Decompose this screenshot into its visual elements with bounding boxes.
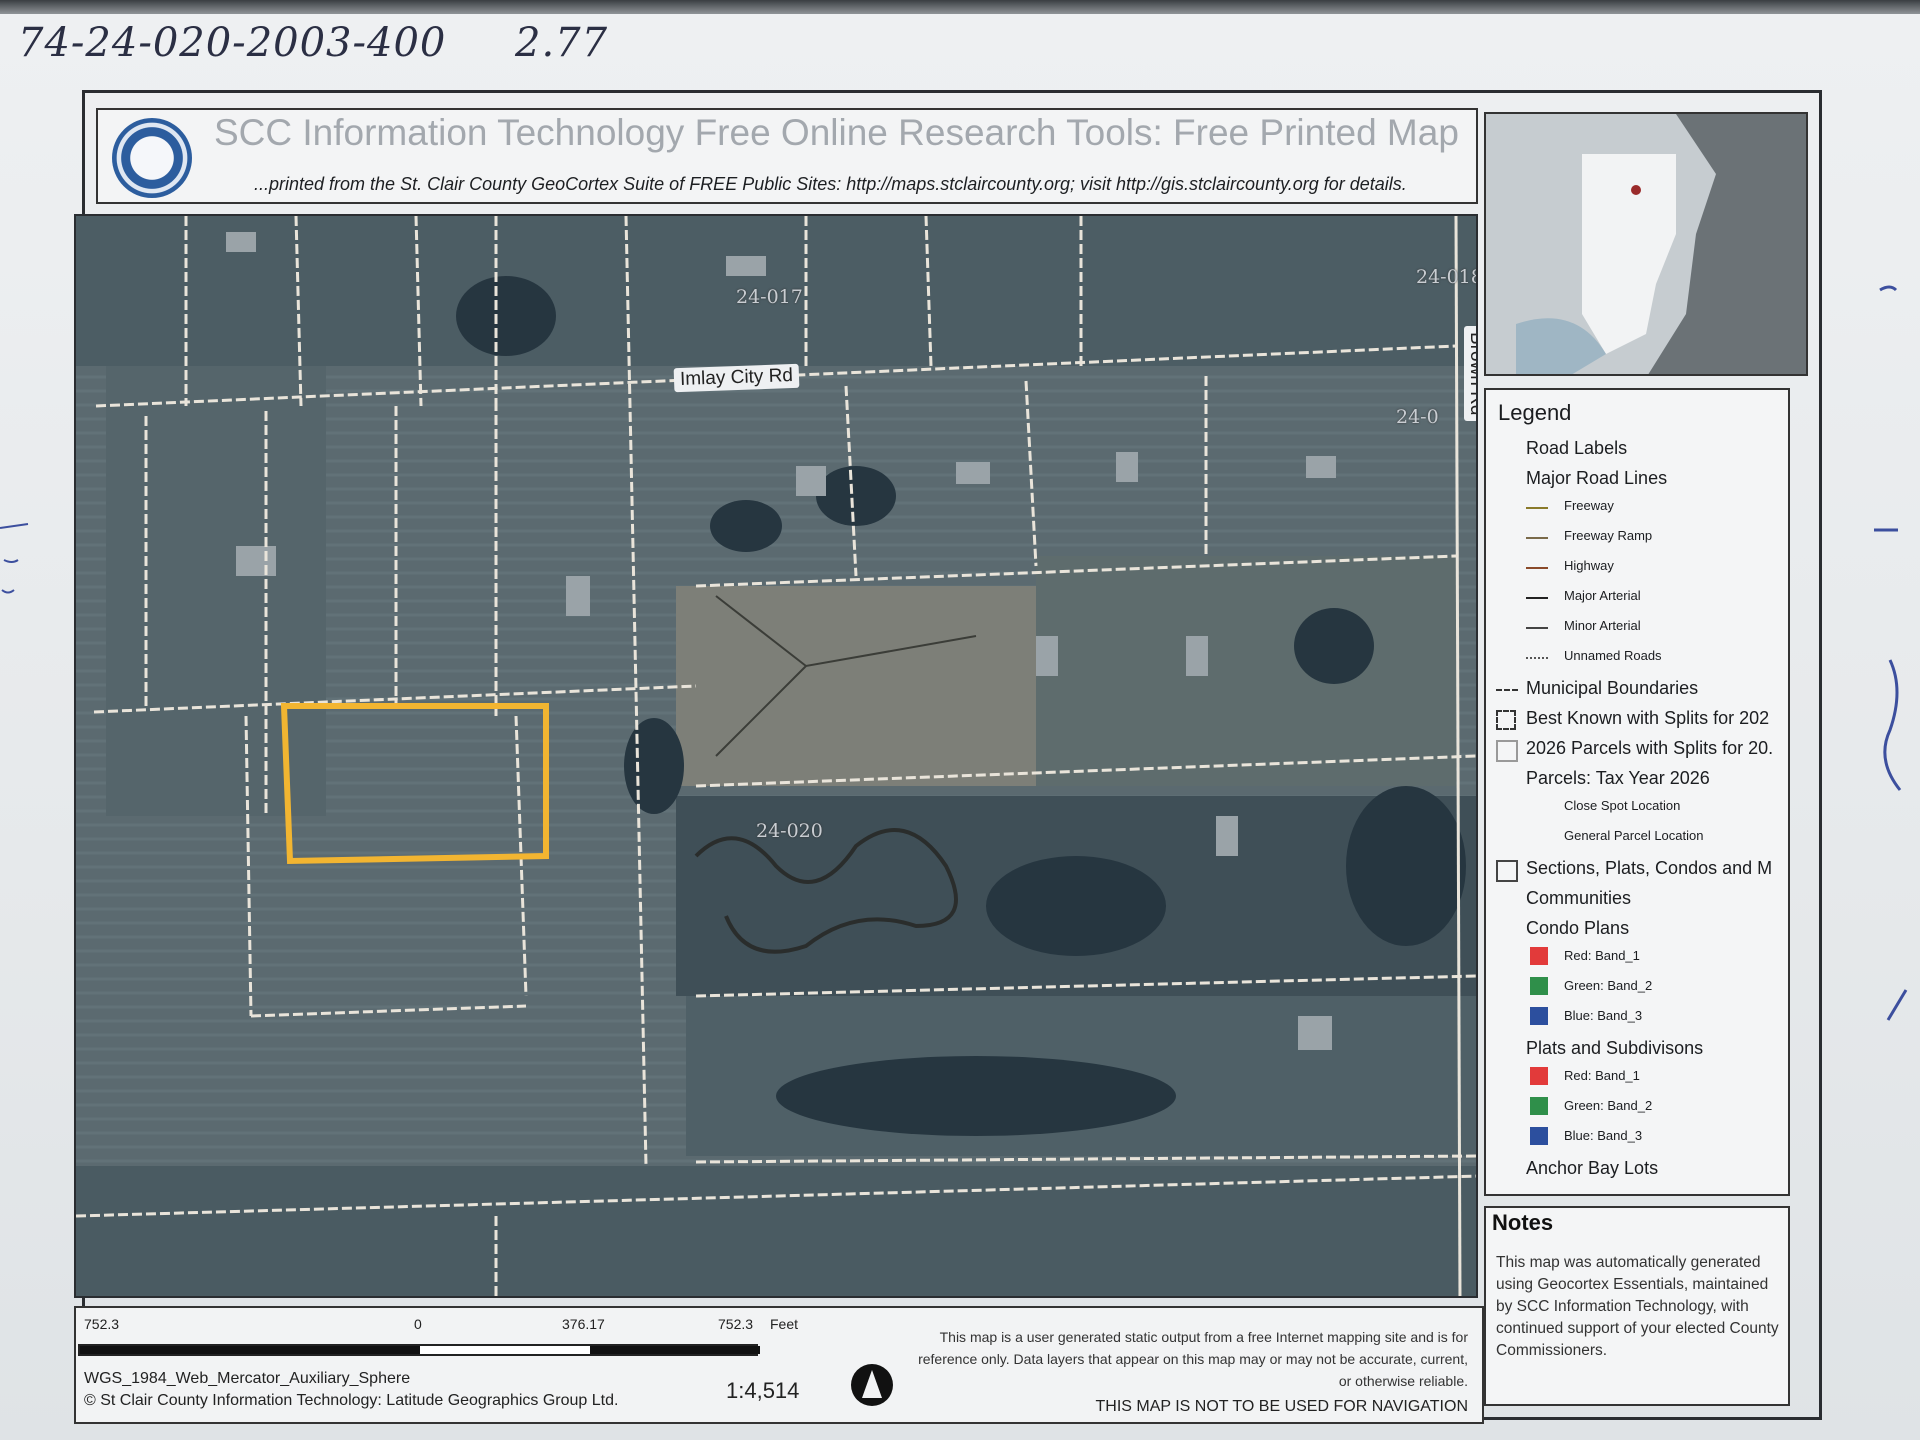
legend-item-label: Sections, Plats, Condos and M — [1526, 858, 1773, 878]
parcel-label: 24-0 — [1396, 406, 1439, 428]
disclaimer-text: This map is a user generated static outp… — [918, 1329, 1468, 1389]
projection-label: WGS_1984_Web_Mercator_Auxiliary_Sphere — [84, 1370, 411, 1387]
notes-text: This map was automatically generated usi… — [1496, 1254, 1779, 1359]
legend-swatch — [1496, 689, 1518, 691]
legend-item-label: Red: Band_1 — [1564, 1068, 1640, 1083]
margin-scribbles-right — [1874, 285, 1908, 1021]
north-arrow-icon — [851, 1364, 893, 1406]
map-footer: 752.3 0 376.17 752.3 Feet WGS_1984_Web_M… — [74, 1306, 1484, 1424]
legend-item-label: Close Spot Location — [1564, 798, 1681, 813]
notes-title: Notes — [1492, 1210, 1554, 1235]
handwritten-acreage: 2.77 — [515, 20, 609, 66]
legend-swatch — [1530, 1067, 1548, 1085]
legend-title: Legend — [1498, 400, 1572, 425]
legend-swatch — [1526, 627, 1548, 629]
navigation-warning: THIS MAP IS NOT TO BE USED FOR NAVIGATIO… — [1095, 1398, 1468, 1415]
legend-item-label: Communities — [1526, 888, 1632, 908]
scale-tick: 376.17 — [562, 1316, 605, 1332]
legend-item-label: Major Road Lines — [1526, 468, 1668, 488]
legend-swatch — [1526, 597, 1548, 599]
legend-item-label: Highway — [1564, 558, 1614, 573]
scale-tick: 752.3 — [718, 1316, 754, 1332]
scale-bar — [78, 1344, 760, 1356]
legend-item-label: Minor Arterial — [1564, 618, 1641, 633]
legend-swatch — [1526, 537, 1548, 539]
map-header: SCC Information Technology Free Online R… — [96, 108, 1478, 204]
legend-item-label: Freeway Ramp — [1564, 528, 1653, 543]
page-title: SCC Information Technology Free Online R… — [214, 112, 1459, 153]
aerial-map[interactable]: Imlay City Rd Brown Rd 24-017 24-018 24-… — [74, 214, 1478, 1298]
legend-item-label: General Parcel Location — [1564, 828, 1704, 843]
legend-item-label: Major Arterial — [1564, 588, 1641, 603]
legend-item-label: Road Labels — [1526, 438, 1628, 458]
parcel-label: 24-017 — [736, 286, 803, 308]
county-seal-icon — [112, 118, 192, 198]
road-label-brown-rd: Brown Rd — [1464, 326, 1476, 422]
top-shadow — [0, 0, 1920, 14]
map-legend: Legend Road Labels Major Road Lines Freewa… — [1484, 388, 1790, 1196]
legend-swatch — [1530, 1007, 1548, 1025]
legend-swatch — [1526, 507, 1548, 509]
page-subtitle: ...printed from the St. Clair County Geo… — [254, 174, 1407, 194]
legend-item-label: Red: Band_1 — [1564, 948, 1640, 963]
handwritten-parcel-id: 74-24-020-2003-400 — [18, 20, 447, 66]
location-marker-icon — [1631, 185, 1641, 195]
locator-map — [1484, 112, 1808, 376]
legend-swatch — [1530, 1097, 1548, 1115]
margin-scribbles — [0, 523, 29, 594]
legend-item-label: Anchor Bay Lots — [1526, 1158, 1659, 1178]
scale-unit: Feet — [770, 1316, 799, 1332]
copyright-label: © St Clair County Information Technology… — [84, 1392, 619, 1409]
legend-swatch — [1530, 1127, 1548, 1145]
parcel-label: 24-020 — [756, 820, 823, 842]
legend-swatch — [1530, 977, 1548, 995]
legend-item-label: Best Known with Splits for 202 — [1526, 708, 1770, 728]
legend-swatch — [1496, 710, 1516, 730]
legend-item-label: Freeway — [1564, 498, 1614, 513]
legend-item-label: Unnamed Roads — [1564, 648, 1662, 663]
legend-item-label: 2026 Parcels with Splits for 20. — [1526, 738, 1774, 758]
road-label-imlay-city-rd: Imlay City Rd — [673, 363, 800, 393]
scale-ratio: 1:4,514 — [726, 1378, 800, 1403]
legend-item-label: Green: Band_2 — [1564, 978, 1653, 993]
legend-swatch — [1496, 860, 1518, 882]
legend-item-label: Parcels: Tax Year 2026 — [1526, 768, 1710, 788]
legend-swatch — [1496, 740, 1518, 762]
scale-tick: 0 — [414, 1316, 422, 1332]
legend-swatch — [1530, 947, 1548, 965]
notes-panel: Notes This map was automatically generat… — [1484, 1206, 1790, 1406]
tan-field — [676, 586, 1046, 786]
legend-swatch — [1526, 567, 1548, 569]
legend-item-label: Blue: Band_3 — [1564, 1128, 1643, 1143]
legend-item-label: Condo Plans — [1526, 918, 1630, 938]
legend-item-label: Municipal Boundaries — [1526, 678, 1699, 698]
legend-item-label: Blue: Band_3 — [1564, 1008, 1643, 1023]
scale-tick: 752.3 — [84, 1316, 120, 1332]
parcel-label: 24-018 — [1416, 266, 1478, 288]
legend-item-label: Green: Band_2 — [1564, 1098, 1653, 1113]
legend-item-label: Plats and Subdivisons — [1526, 1038, 1704, 1058]
legend-swatch — [1526, 657, 1548, 659]
